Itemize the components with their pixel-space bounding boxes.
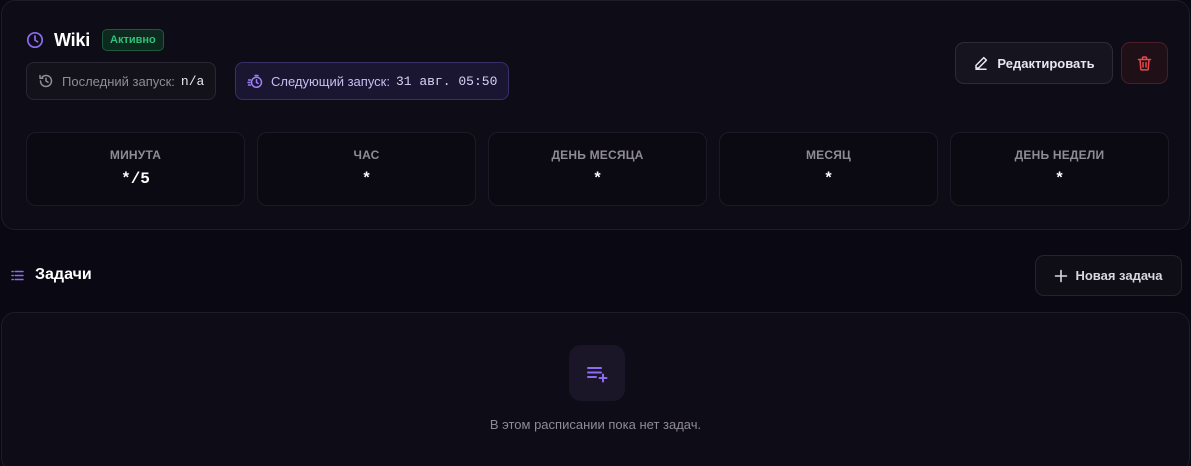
trash-icon <box>1136 55 1153 72</box>
tasks-header: Задачи <box>11 266 92 284</box>
cron-value: * <box>1054 170 1065 188</box>
last-run-value: n/a <box>180 73 205 89</box>
cron-minute: МИНУТА */5 <box>26 132 245 206</box>
cron-fields: МИНУТА */5 ЧАС * ДЕНЬ МЕСЯЦА * МЕСЯЦ * Д… <box>26 132 1169 206</box>
cron-label: ДЕНЬ НЕДЕЛИ <box>1014 148 1105 162</box>
history-icon <box>38 73 54 89</box>
list-icon <box>11 269 24 282</box>
cron-day-of-week: ДЕНЬ НЕДЕЛИ * <box>950 132 1169 206</box>
cron-day-of-month: ДЕНЬ МЕСЯЦА * <box>488 132 707 206</box>
last-run-label: Последний запуск: <box>62 73 175 89</box>
last-run-chip: Последний запуск: n/a <box>26 62 217 100</box>
cron-value: * <box>592 170 603 188</box>
clock-icon <box>26 31 44 49</box>
cron-label: ДЕНЬ МЕСЯЦА <box>551 148 644 162</box>
delete-button[interactable] <box>1121 42 1168 84</box>
cron-month: МЕСЯЦ * <box>719 132 938 206</box>
schedule-card: Wiki Активно Последний запуск: n/a Следу… <box>1 0 1190 230</box>
cron-value: */5 <box>121 170 150 188</box>
cron-value: * <box>361 170 372 188</box>
tasks-title: Задачи <box>35 266 92 283</box>
tasks-empty-state: В этом расписании пока нет задач. <box>1 312 1190 466</box>
cron-label: МЕСЯЦ <box>805 148 852 162</box>
new-task-label: Новая задача <box>1075 268 1163 283</box>
cron-label: МИНУТА <box>109 148 162 162</box>
new-task-button[interactable]: Новая задача <box>1035 255 1182 296</box>
next-run-chip: Следующий запуск: 31 авг. 05:50 <box>235 62 510 100</box>
cron-label: ЧАС <box>353 148 380 162</box>
plus-icon <box>1054 269 1068 283</box>
status-badge: Активно <box>102 29 164 51</box>
schedule-title: Wiki <box>54 29 91 50</box>
empty-message: В этом расписании пока нет задач. <box>489 417 702 432</box>
cron-value: * <box>823 170 834 188</box>
next-run-label: Следующий запуск: <box>271 73 390 89</box>
timer-icon <box>247 73 263 89</box>
pencil-icon <box>973 55 989 71</box>
schedule-header: Wiki Активно <box>26 29 164 51</box>
playlist-add-icon <box>569 345 625 401</box>
edit-button[interactable]: Редактировать <box>955 42 1113 84</box>
cron-hour: ЧАС * <box>257 132 476 206</box>
edit-button-label: Редактировать <box>997 55 1095 71</box>
next-run-value: 31 авг. 05:50 <box>395 73 498 89</box>
